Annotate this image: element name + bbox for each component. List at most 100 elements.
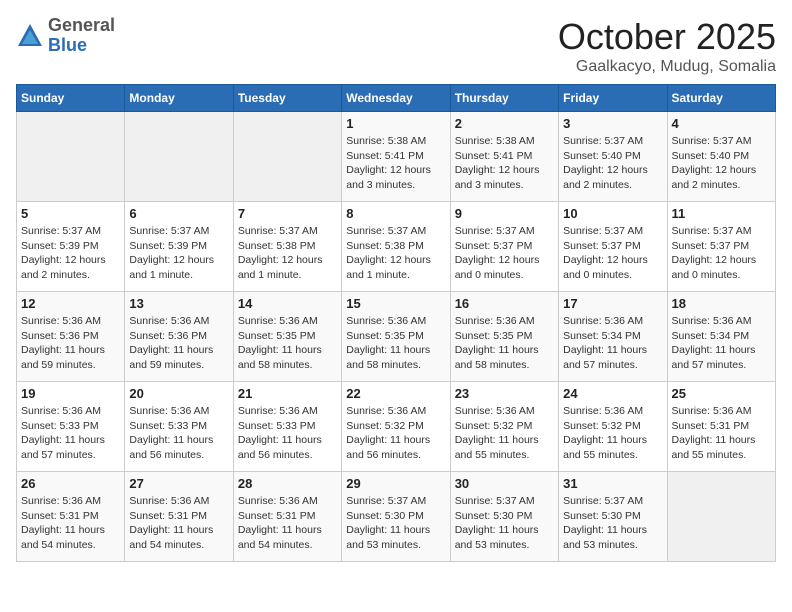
- day-number: 18: [672, 296, 771, 311]
- title-block: October 2025 Gaalkacyo, Mudug, Somalia: [558, 16, 776, 76]
- day-info: Sunrise: 5:37 AM Sunset: 5:37 PM Dayligh…: [563, 224, 662, 283]
- day-number: 24: [563, 386, 662, 401]
- day-info: Sunrise: 5:36 AM Sunset: 5:33 PM Dayligh…: [129, 404, 228, 463]
- table-row: 8 Sunrise: 5:37 AM Sunset: 5:38 PM Daylig…: [342, 202, 450, 292]
- day-number: 22: [346, 386, 445, 401]
- table-row: 26 Sunrise: 5:36 AM Sunset: 5:31 PM Dayli…: [17, 472, 125, 562]
- day-number: 3: [563, 116, 662, 131]
- day-number: 1: [346, 116, 445, 131]
- table-row: 27Sunrise: 5:36 AM Sunset: 5:31 PM Dayli…: [125, 472, 233, 562]
- col-thursday: Thursday: [450, 85, 558, 112]
- day-info: Sunrise: 5:36 AM Sunset: 5:33 PM Dayligh…: [21, 404, 120, 463]
- calendar-body: 1 Sunrise: 5:38 AM Sunset: 5:41 PM Daylig…: [17, 112, 776, 562]
- day-info: Sunrise: 5:37 AM Sunset: 5:40 PM Dayligh…: [672, 134, 771, 193]
- day-number: 31: [563, 476, 662, 491]
- day-number: 8: [346, 206, 445, 221]
- table-row: 21 Sunrise: 5:36 AM Sunset: 5:33 PM Dayli…: [233, 382, 341, 472]
- calendar-table: Sunday Monday Tuesday Wednesday Thursday…: [16, 84, 776, 562]
- day-number: 28: [238, 476, 337, 491]
- table-row: 13Sunrise: 5:36 AM Sunset: 5:36 PM Dayli…: [125, 292, 233, 382]
- table-row: [17, 112, 125, 202]
- day-info: Sunrise: 5:37 AM Sunset: 5:39 PM Dayligh…: [21, 224, 120, 283]
- col-friday: Friday: [559, 85, 667, 112]
- day-number: 23: [455, 386, 554, 401]
- table-row: 18Sunrise: 5:36 AM Sunset: 5:34 PM Dayli…: [667, 292, 775, 382]
- day-info: Sunrise: 5:36 AM Sunset: 5:33 PM Dayligh…: [238, 404, 337, 463]
- table-row: 19 Sunrise: 5:36 AM Sunset: 5:33 PM Dayli…: [17, 382, 125, 472]
- table-row: 5 Sunrise: 5:37 AM Sunset: 5:39 PM Daylig…: [17, 202, 125, 292]
- day-number: 19: [21, 386, 120, 401]
- table-row: 14 Sunrise: 5:36 AM Sunset: 5:35 PM Dayli…: [233, 292, 341, 382]
- day-info: Sunrise: 5:37 AM Sunset: 5:30 PM Dayligh…: [455, 494, 554, 553]
- day-number: 21: [238, 386, 337, 401]
- table-row: 2Sunrise: 5:38 AM Sunset: 5:41 PM Daylig…: [450, 112, 558, 202]
- day-number: 4: [672, 116, 771, 131]
- col-monday: Monday: [125, 85, 233, 112]
- weekday-row: Sunday Monday Tuesday Wednesday Thursday…: [17, 85, 776, 112]
- table-row: [233, 112, 341, 202]
- day-info: Sunrise: 5:37 AM Sunset: 5:30 PM Dayligh…: [563, 494, 662, 553]
- day-info: Sunrise: 5:37 AM Sunset: 5:30 PM Dayligh…: [346, 494, 445, 553]
- logo-text: General Blue: [48, 16, 115, 56]
- day-info: Sunrise: 5:36 AM Sunset: 5:31 PM Dayligh…: [21, 494, 120, 553]
- calendar-row: 5 Sunrise: 5:37 AM Sunset: 5:39 PM Daylig…: [17, 202, 776, 292]
- day-number: 20: [129, 386, 228, 401]
- day-info: Sunrise: 5:36 AM Sunset: 5:32 PM Dayligh…: [455, 404, 554, 463]
- location-subtitle: Gaalkacyo, Mudug, Somalia: [558, 58, 776, 76]
- day-info: Sunrise: 5:36 AM Sunset: 5:31 PM Dayligh…: [672, 404, 771, 463]
- calendar-header: Sunday Monday Tuesday Wednesday Thursday…: [17, 85, 776, 112]
- table-row: 6 Sunrise: 5:37 AM Sunset: 5:39 PM Daylig…: [125, 202, 233, 292]
- day-info: Sunrise: 5:36 AM Sunset: 5:35 PM Dayligh…: [238, 314, 337, 373]
- day-number: 12: [21, 296, 120, 311]
- day-info: Sunrise: 5:36 AM Sunset: 5:32 PM Dayligh…: [346, 404, 445, 463]
- day-info: Sunrise: 5:37 AM Sunset: 5:38 PM Dayligh…: [238, 224, 337, 283]
- table-row: 30 Sunrise: 5:37 AM Sunset: 5:30 PM Dayli…: [450, 472, 558, 562]
- day-number: 6: [129, 206, 228, 221]
- table-row: 12 Sunrise: 5:36 AM Sunset: 5:36 PM Dayli…: [17, 292, 125, 382]
- day-info: Sunrise: 5:36 AM Sunset: 5:36 PM Dayligh…: [21, 314, 120, 373]
- day-number: 5: [21, 206, 120, 221]
- page-header: General Blue October 2025 Gaalkacyo, Mud…: [16, 16, 776, 76]
- table-row: 29 Sunrise: 5:37 AM Sunset: 5:30 PM Dayli…: [342, 472, 450, 562]
- table-row: 9Sunrise: 5:37 AM Sunset: 5:37 PM Daylig…: [450, 202, 558, 292]
- table-row: 7 Sunrise: 5:37 AM Sunset: 5:38 PM Daylig…: [233, 202, 341, 292]
- day-number: 16: [455, 296, 554, 311]
- day-number: 27: [129, 476, 228, 491]
- calendar-row: 26 Sunrise: 5:36 AM Sunset: 5:31 PM Dayli…: [17, 472, 776, 562]
- table-row: 1 Sunrise: 5:38 AM Sunset: 5:41 PM Daylig…: [342, 112, 450, 202]
- day-info: Sunrise: 5:37 AM Sunset: 5:39 PM Dayligh…: [129, 224, 228, 283]
- table-row: 23 Sunrise: 5:36 AM Sunset: 5:32 PM Dayli…: [450, 382, 558, 472]
- day-info: Sunrise: 5:38 AM Sunset: 5:41 PM Dayligh…: [346, 134, 445, 193]
- col-tuesday: Tuesday: [233, 85, 341, 112]
- day-info: Sunrise: 5:37 AM Sunset: 5:38 PM Dayligh…: [346, 224, 445, 283]
- day-info: Sunrise: 5:36 AM Sunset: 5:34 PM Dayligh…: [563, 314, 662, 373]
- table-row: 28Sunrise: 5:36 AM Sunset: 5:31 PM Dayli…: [233, 472, 341, 562]
- table-row: 16 Sunrise: 5:36 AM Sunset: 5:35 PM Dayli…: [450, 292, 558, 382]
- table-row: 10Sunrise: 5:37 AM Sunset: 5:37 PM Dayli…: [559, 202, 667, 292]
- day-info: Sunrise: 5:36 AM Sunset: 5:35 PM Dayligh…: [455, 314, 554, 373]
- col-sunday: Sunday: [17, 85, 125, 112]
- table-row: [667, 472, 775, 562]
- day-info: Sunrise: 5:38 AM Sunset: 5:41 PM Dayligh…: [455, 134, 554, 193]
- day-number: 30: [455, 476, 554, 491]
- logo-icon: [16, 22, 44, 50]
- day-info: Sunrise: 5:37 AM Sunset: 5:40 PM Dayligh…: [563, 134, 662, 193]
- day-number: 15: [346, 296, 445, 311]
- day-number: 7: [238, 206, 337, 221]
- day-info: Sunrise: 5:37 AM Sunset: 5:37 PM Dayligh…: [672, 224, 771, 283]
- day-number: 29: [346, 476, 445, 491]
- table-row: 17Sunrise: 5:36 AM Sunset: 5:34 PM Dayli…: [559, 292, 667, 382]
- day-info: Sunrise: 5:36 AM Sunset: 5:32 PM Dayligh…: [563, 404, 662, 463]
- day-info: Sunrise: 5:36 AM Sunset: 5:36 PM Dayligh…: [129, 314, 228, 373]
- day-number: 26: [21, 476, 120, 491]
- logo: General Blue: [16, 16, 115, 56]
- calendar-row: 12 Sunrise: 5:36 AM Sunset: 5:36 PM Dayli…: [17, 292, 776, 382]
- table-row: 11Sunrise: 5:37 AM Sunset: 5:37 PM Dayli…: [667, 202, 775, 292]
- table-row: 4 Sunrise: 5:37 AM Sunset: 5:40 PM Daylig…: [667, 112, 775, 202]
- day-number: 14: [238, 296, 337, 311]
- calendar-row: 1 Sunrise: 5:38 AM Sunset: 5:41 PM Daylig…: [17, 112, 776, 202]
- day-info: Sunrise: 5:37 AM Sunset: 5:37 PM Dayligh…: [455, 224, 554, 283]
- day-info: Sunrise: 5:36 AM Sunset: 5:35 PM Dayligh…: [346, 314, 445, 373]
- table-row: 15 Sunrise: 5:36 AM Sunset: 5:35 PM Dayli…: [342, 292, 450, 382]
- day-number: 25: [672, 386, 771, 401]
